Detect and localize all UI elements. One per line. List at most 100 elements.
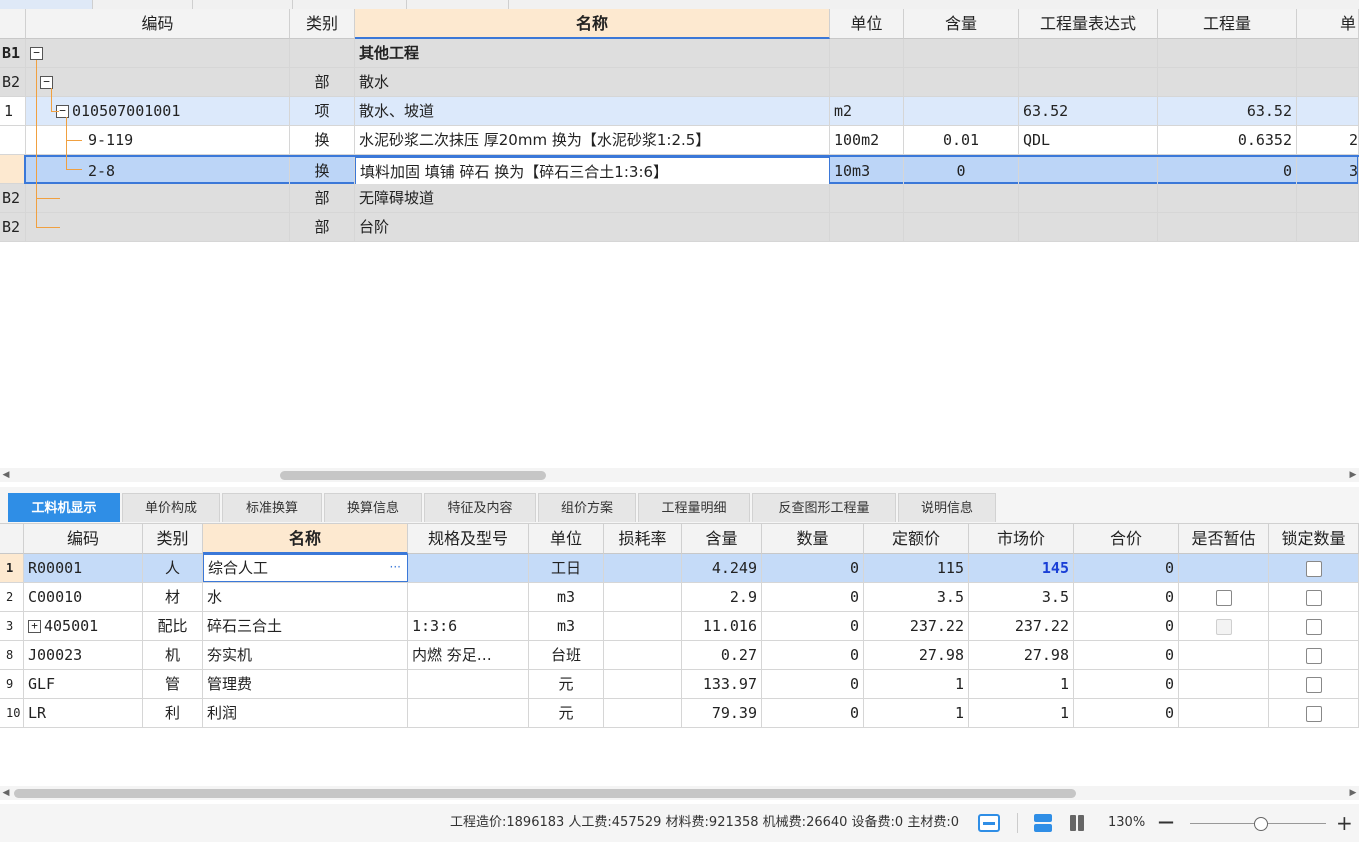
provisional-cell[interactable] — [1179, 583, 1269, 611]
header-ratio[interactable]: 含量 — [682, 524, 762, 554]
name-cell[interactable]: 水泥砂浆二次抹压 厚20mm 换为【水泥砂浆1:2.5】 — [355, 126, 830, 154]
scroll-right-icon[interactable]: ▶ — [1347, 786, 1359, 800]
provisional-checkbox[interactable] — [1215, 589, 1232, 606]
ratio-cell[interactable]: 11.016 — [682, 612, 762, 640]
table-row[interactable]: B2 − 部 散水 — [0, 68, 1359, 97]
qty-cell[interactable] — [1158, 39, 1297, 67]
code-cell[interactable]: J00023 — [24, 641, 143, 669]
ratio-cell[interactable]: 4.249 — [682, 554, 762, 582]
code-cell[interactable] — [26, 213, 290, 241]
header-unit[interactable]: 单位 — [830, 9, 904, 39]
code-cell[interactable]: +405001 — [24, 612, 143, 640]
ratio-cell[interactable] — [904, 97, 1019, 125]
lock-cell[interactable] — [1269, 612, 1359, 640]
top-tab-4[interactable] — [292, 0, 407, 9]
name-cell[interactable]: 其他工程 — [355, 39, 830, 67]
ratio-cell[interactable] — [904, 68, 1019, 96]
name-cell[interactable]: 水 — [203, 583, 408, 611]
tab-quantity-detail[interactable]: 工程量明细 — [638, 493, 750, 522]
expr-cell[interactable] — [1019, 184, 1158, 212]
market-price-cell[interactable]: 1 — [969, 670, 1074, 698]
scroll-thumb[interactable] — [14, 789, 1076, 798]
market-price-cell[interactable]: 1 — [969, 699, 1074, 727]
lock-checkbox[interactable] — [1305, 705, 1322, 722]
type-cell[interactable]: 换 — [290, 126, 355, 154]
market-price-cell[interactable]: 27.98 — [969, 641, 1074, 669]
qty-cell[interactable]: 0.6352 — [1158, 126, 1297, 154]
unit-cell[interactable] — [830, 184, 904, 212]
market-price-cell[interactable]: 3.5 — [969, 583, 1074, 611]
unit-cell[interactable]: 台班 — [529, 641, 604, 669]
header-type[interactable]: 类别 — [290, 9, 355, 39]
expr-cell[interactable]: 63.52 — [1019, 97, 1158, 125]
price-cell[interactable]: 3 — [1297, 157, 1359, 185]
spec-cell[interactable]: 内燃 夯足… — [408, 641, 529, 669]
name-cell[interactable]: 管理费 — [203, 670, 408, 698]
unit-cell[interactable] — [830, 68, 904, 96]
type-cell[interactable]: 人 — [143, 554, 203, 582]
tab-pricing-scheme[interactable]: 组价方案 — [538, 493, 636, 522]
header-count[interactable]: 数量 — [762, 524, 864, 554]
base-price-cell[interactable]: 27.98 — [864, 641, 969, 669]
header-code[interactable]: 编码 — [24, 524, 143, 554]
spec-cell[interactable]: 1:3:6 — [408, 612, 529, 640]
header-spec[interactable]: 规格及型号 — [408, 524, 529, 554]
table-row-selected[interactable]: 1 R00001 人 综合人工 ··· 工日 4.249 0 115 145 0 — [0, 554, 1359, 583]
tab-reverse-check[interactable]: 反查图形工程量 — [752, 493, 896, 522]
ratio-cell[interactable] — [904, 184, 1019, 212]
type-cell[interactable]: 换 — [290, 157, 355, 185]
name-cell-editing[interactable]: 填料加固 填铺 碎石 换为【碎石三合土1:3:6】 — [355, 157, 830, 185]
total-cell[interactable]: 0 — [1074, 583, 1179, 611]
tab-labor-material-machine[interactable]: 工料机显示 — [8, 493, 120, 522]
header-name[interactable]: 名称 — [355, 9, 830, 39]
market-price-cell[interactable]: 145 — [969, 554, 1074, 582]
header-type[interactable]: 类别 — [143, 524, 203, 554]
base-price-cell[interactable]: 1 — [864, 699, 969, 727]
type-cell[interactable]: 部 — [290, 68, 355, 96]
name-cell[interactable]: 碎石三合土 — [203, 612, 408, 640]
header-name[interactable]: 名称 — [203, 524, 408, 554]
zoom-slider-handle[interactable] — [1254, 817, 1268, 831]
table-row[interactable]: B2 部 无障碍坡道 — [0, 184, 1359, 213]
code-cell[interactable] — [26, 184, 290, 212]
total-cell[interactable]: 0 — [1074, 699, 1179, 727]
unit-cell[interactable]: m3 — [529, 612, 604, 640]
count-cell[interactable]: 0 — [762, 612, 864, 640]
provisional-cell[interactable] — [1179, 670, 1269, 698]
type-cell[interactable]: 项 — [290, 97, 355, 125]
lock-cell[interactable] — [1269, 641, 1359, 669]
table-row[interactable]: 2 C00010 材 水 m3 2.9 0 3.5 3.5 0 — [0, 583, 1359, 612]
name-cell[interactable]: 散水、坡道 — [355, 97, 830, 125]
lock-checkbox[interactable] — [1305, 647, 1322, 664]
top-tab-3[interactable] — [192, 0, 293, 9]
expr-cell[interactable] — [1019, 68, 1158, 96]
lock-checkbox[interactable] — [1305, 618, 1322, 635]
type-cell[interactable]: 管 — [143, 670, 203, 698]
table-row-selected[interactable]: 2-8 换 填料加固 填铺 碎石 换为【碎石三合土1:3:6】 10m3 0 0… — [24, 155, 1359, 185]
name-cell[interactable]: 夯实机 — [203, 641, 408, 669]
price-cell[interactable] — [1297, 213, 1359, 241]
total-cell[interactable]: 0 — [1074, 641, 1179, 669]
code-cell[interactable]: GLF — [24, 670, 143, 698]
name-cell-editing[interactable]: 综合人工 ··· — [203, 554, 408, 582]
zoom-in-button[interactable]: + — [1336, 804, 1353, 842]
loss-cell[interactable] — [604, 641, 682, 669]
unit-cell[interactable]: 元 — [529, 670, 604, 698]
more-options-icon[interactable]: ··· — [390, 555, 401, 579]
tab-standard-conversion[interactable]: 标准换算 — [222, 493, 322, 522]
zoom-out-button[interactable]: — — [1158, 804, 1174, 840]
base-price-cell[interactable]: 1 — [864, 670, 969, 698]
unit-cell[interactable]: 元 — [529, 699, 604, 727]
layout-single-icon[interactable] — [978, 814, 1000, 832]
table-row[interactable]: B2 部 台阶 — [0, 213, 1359, 242]
lower-horizontal-scrollbar[interactable]: ◀ ▶ — [0, 786, 1359, 800]
base-price-cell[interactable]: 3.5 — [864, 583, 969, 611]
qty-cell[interactable]: 0 — [1158, 157, 1297, 185]
lock-cell[interactable] — [1269, 670, 1359, 698]
table-row[interactable]: 8 J00023 机 夯实机 内燃 夯足… 台班 0.27 0 27.98 27… — [0, 641, 1359, 670]
ratio-cell[interactable] — [904, 39, 1019, 67]
tab-unit-price[interactable]: 单价构成 — [122, 493, 220, 522]
header-base-price[interactable]: 定额价 — [864, 524, 969, 554]
header-expr[interactable]: 工程量表达式 — [1019, 9, 1158, 39]
header-ratio[interactable]: 含量 — [904, 9, 1019, 39]
